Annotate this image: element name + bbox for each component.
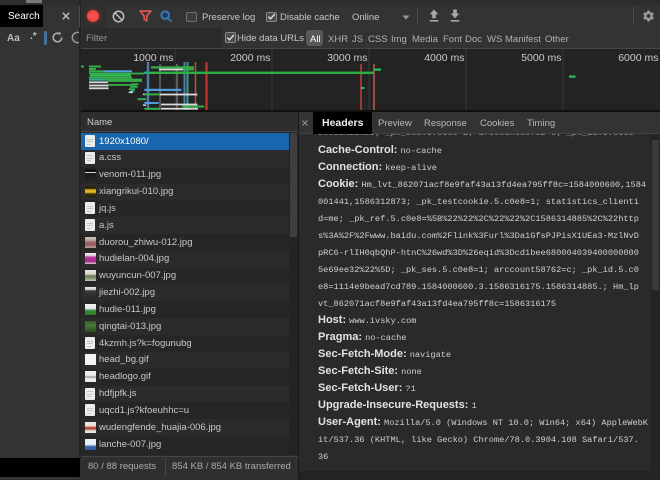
svg-text:4000 ms: 4000 ms <box>424 52 464 64</box>
svg-text:1000 ms: 1000 ms <box>133 52 173 64</box>
svg-text:3000 ms: 3000 ms <box>327 52 367 64</box>
svg-text:5000 ms: 5000 ms <box>521 52 561 64</box>
svg-text:2000 ms: 2000 ms <box>230 52 270 64</box>
svg-text:6000 ms: 6000 ms <box>618 52 658 64</box>
